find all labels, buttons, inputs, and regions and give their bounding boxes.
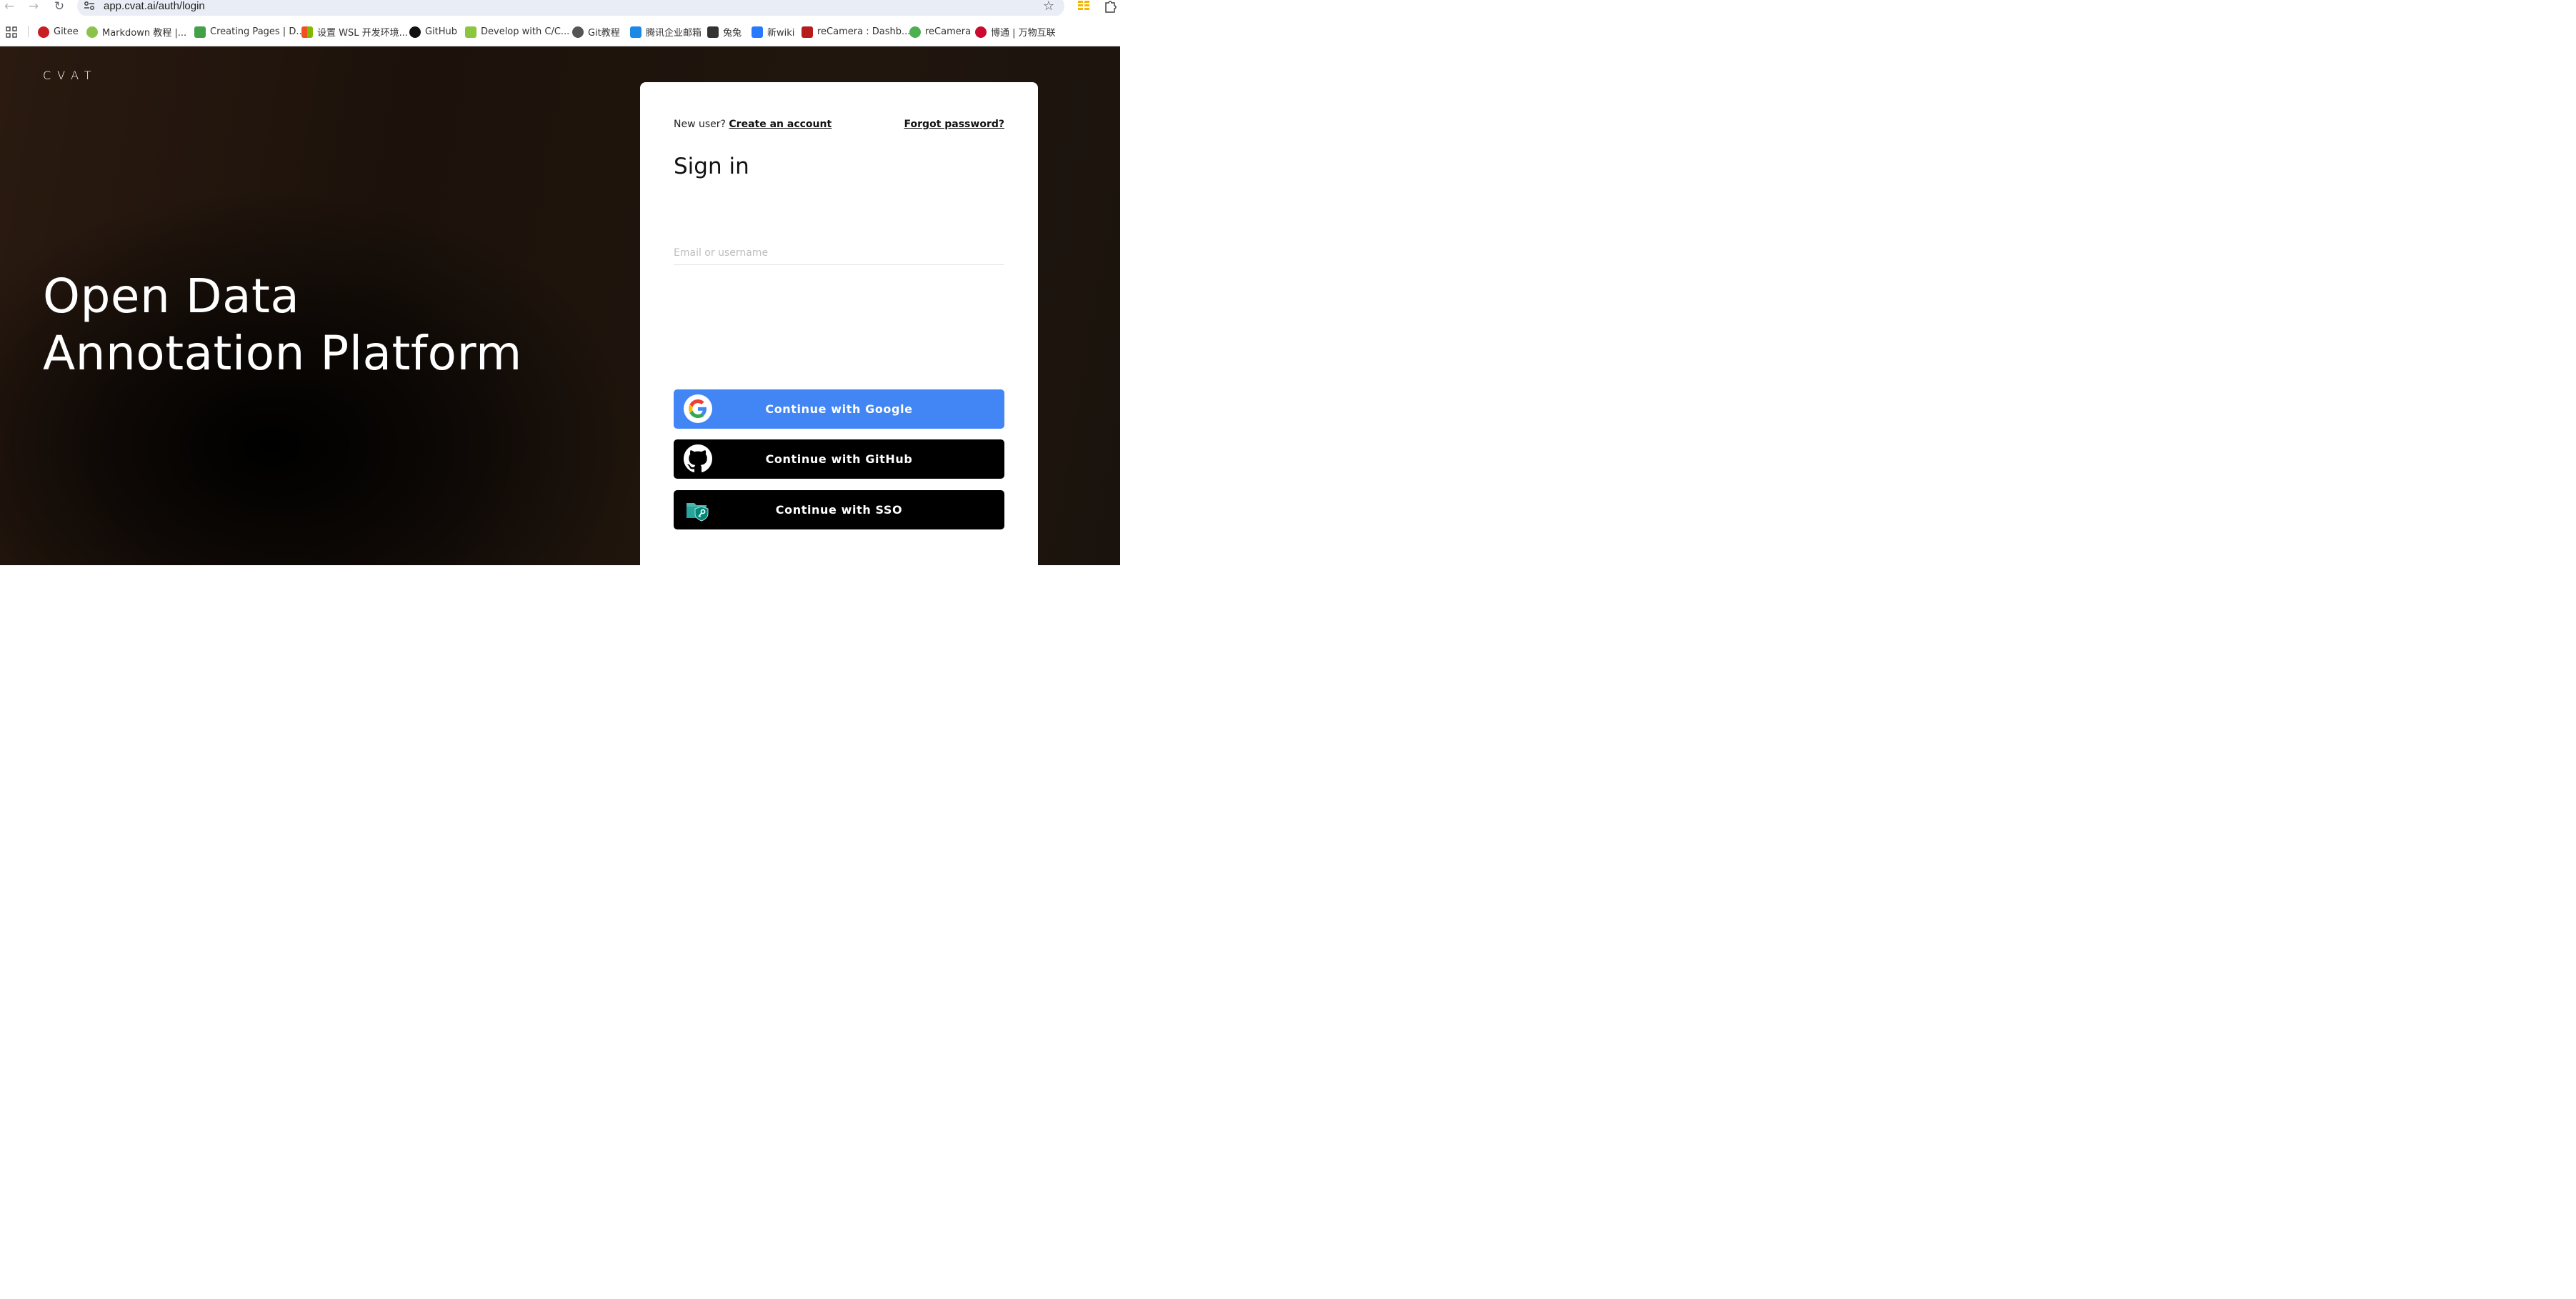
headline-line-2: Annotation Platform [43,326,522,381]
address-bar[interactable] [77,0,1064,16]
bookmark-recamera-dashboard[interactable]: reCamera : Dashb... [802,25,910,39]
cvat-logo[interactable]: CVAT [43,69,98,82]
continue-with-sso-button[interactable]: Continue with SSO [674,490,1004,529]
bookmark-label: 腾讯企业邮箱 [646,28,702,39]
forgot-password-link[interactable]: Forgot password? [904,119,1004,130]
bookmark-tutu[interactable]: 兔兔 [707,25,742,39]
bookmark-label: reCamera [925,26,972,37]
create-account-link[interactable]: Create an account [729,119,832,130]
extension-icon[interactable] [1077,0,1090,11]
bookmark-gitee[interactable]: Gitee [38,25,79,39]
doc-icon [752,26,763,38]
url-text[interactable]: app.cvat.ai/auth/login [104,0,205,12]
bookmark-label: 博通 | 万物互联 [991,28,1056,39]
hero-headline: Open Data Annotation Platform [43,268,522,382]
bookmark-label: 设置 WSL 开发环境... [317,28,409,39]
extensions-puzzle-icon[interactable] [1103,0,1117,13]
bookmark-label: Gitee [54,26,79,37]
gitee-icon [38,26,49,38]
apps-grid-icon[interactable] [6,26,17,38]
site-info-icon[interactable] [83,0,96,11]
bookmark-creating-pages[interactable]: Creating Pages | D... [194,25,305,39]
forward-arrow-icon[interactable]: → [26,0,41,14]
github-button-label: Continue with GitHub [765,452,913,466]
bookmark-broadcom[interactable]: 博通 | 万物互联 [975,25,1056,39]
continue-with-google-button[interactable]: Continue with Google [674,389,1004,429]
bookmarks-separator [28,26,29,37]
new-user-row: New user? Create an account [674,119,832,130]
bookmark-develop[interactable]: Develop with C/C... [465,25,569,39]
bookmark-label: Git教程 [588,28,620,39]
google-button-label: Continue with Google [765,402,913,416]
pages-icon [194,26,206,38]
bookmark-wsl[interactable]: 设置 WSL 开发环境... [301,25,408,39]
bookmark-label: Markdown 教程 |... [102,28,187,39]
bookmark-star-icon[interactable]: ☆ [1042,0,1056,13]
bookmarks-bar: Gitee Markdown 教程 |... Creating Pages | … [0,16,1120,46]
recamera-dashboard-icon [802,26,813,38]
git-icon [572,26,584,38]
bookmark-recamera[interactable]: reCamera [909,25,971,39]
tencent-mail-icon [630,26,641,38]
bookmark-label: 兔兔 [723,28,742,39]
bookmark-markdown[interactable]: Markdown 教程 |... [86,25,186,39]
github-icon [684,444,712,473]
keyboard-icon [707,26,719,38]
seeed-icon [465,26,476,38]
github-icon [409,26,421,38]
bookmark-label: reCamera : Dashb... [817,26,911,37]
google-icon [684,394,712,423]
bookmark-github[interactable]: GitHub [409,25,457,39]
bookmark-label: Creating Pages | D... [210,26,305,37]
signin-title: Sign in [674,154,749,179]
microsoft-icon [301,26,313,38]
bookmark-label: 新wiki [767,28,795,39]
markdown-icon [86,26,98,38]
bookmark-new-wiki[interactable]: 新wiki [752,25,794,39]
bookmark-tencent-mail[interactable]: 腾讯企业邮箱 [630,25,702,39]
email-username-input[interactable] [674,241,1004,265]
bookmark-label: GitHub [425,26,458,37]
recamera-icon [909,26,921,38]
new-user-text: New user? [674,119,726,130]
bookmark-label: Develop with C/C... [481,26,570,37]
reload-icon[interactable]: ↻ [52,0,66,14]
back-arrow-icon[interactable]: ← [2,0,16,14]
browser-toolbar: ← → ↻ app.cvat.ai/auth/login ☆ [0,0,1120,16]
continue-with-github-button[interactable]: Continue with GitHub [674,439,1004,479]
sso-button-label: Continue with SSO [775,503,903,517]
signin-card: New user? Create an account Forgot passw… [640,82,1038,582]
headline-line-1: Open Data [43,269,300,324]
broadcom-icon [975,26,987,38]
bookmark-git-tutorial[interactable]: Git教程 [572,25,620,39]
sso-key-icon [684,495,712,524]
